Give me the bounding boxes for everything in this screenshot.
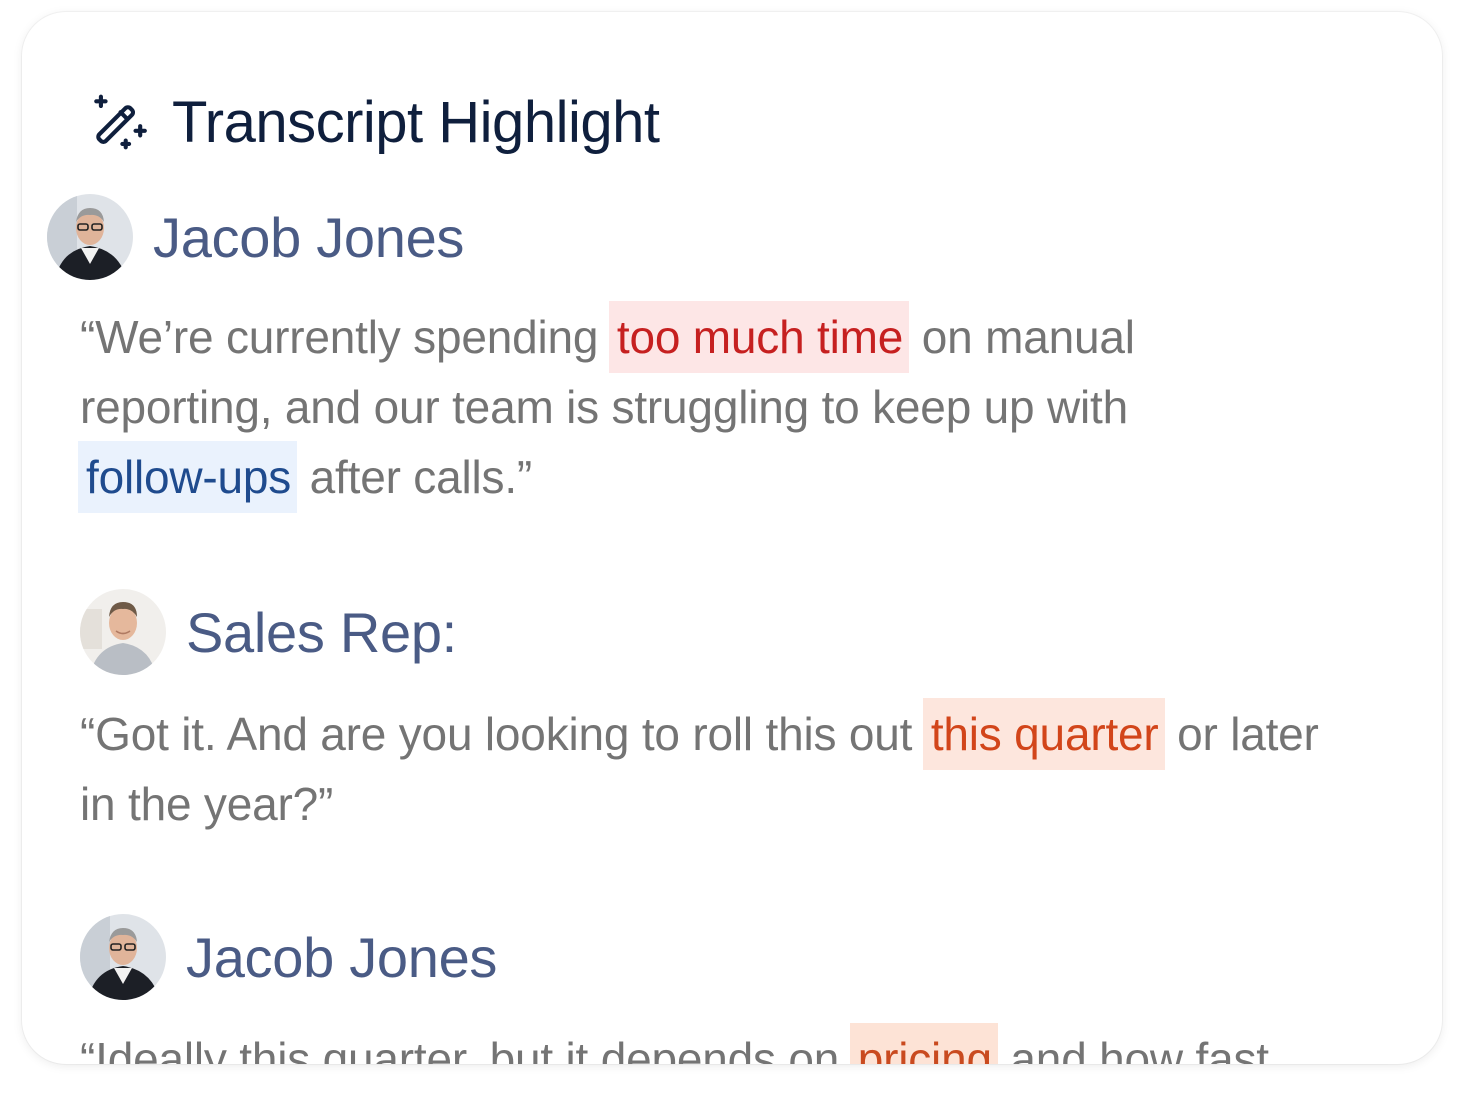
- card-header: Transcript Highlight: [88, 82, 660, 162]
- quote-text: “We’re currently spending: [80, 311, 611, 363]
- speaker-name: Jacob Jones: [186, 925, 498, 989]
- avatar: [80, 589, 166, 675]
- highlight-pain-point: too much time: [608, 301, 910, 373]
- speaker-row: Jacob Jones: [47, 194, 464, 280]
- speaker-row: Sales Rep:: [80, 589, 457, 675]
- card-title: Transcript Highlight: [172, 89, 660, 155]
- quote-text: and how fast: [997, 1033, 1269, 1064]
- transcript-quote: “Ideally this quarter, but it depends on…: [80, 1023, 1420, 1064]
- quote-text: “Got it. And are you looking to roll thi…: [80, 708, 925, 760]
- quote-text: “Ideally this quarter, but it depends on: [80, 1033, 852, 1064]
- highlight-pricing: pricing: [849, 1023, 998, 1064]
- highlight-need: follow-ups: [78, 441, 298, 513]
- transcript-quote: “Got it. And are you looking to roll thi…: [80, 698, 1320, 839]
- quote-text: after calls.”: [297, 451, 533, 503]
- speaker-row: Jacob Jones: [80, 914, 497, 1000]
- transcript-quote: “We’re currently spending too much time …: [78, 301, 1260, 513]
- speaker-name: Sales Rep:: [186, 600, 457, 664]
- transcript-highlight-card: Transcript Highlight Jacob Jones “We’re …: [22, 12, 1442, 1064]
- avatar: [80, 914, 166, 1000]
- avatar: [47, 194, 133, 280]
- speaker-name: Jacob Jones: [153, 205, 465, 269]
- magic-wand-icon: [94, 94, 147, 150]
- highlight-timeline: this quarter: [922, 698, 1165, 770]
